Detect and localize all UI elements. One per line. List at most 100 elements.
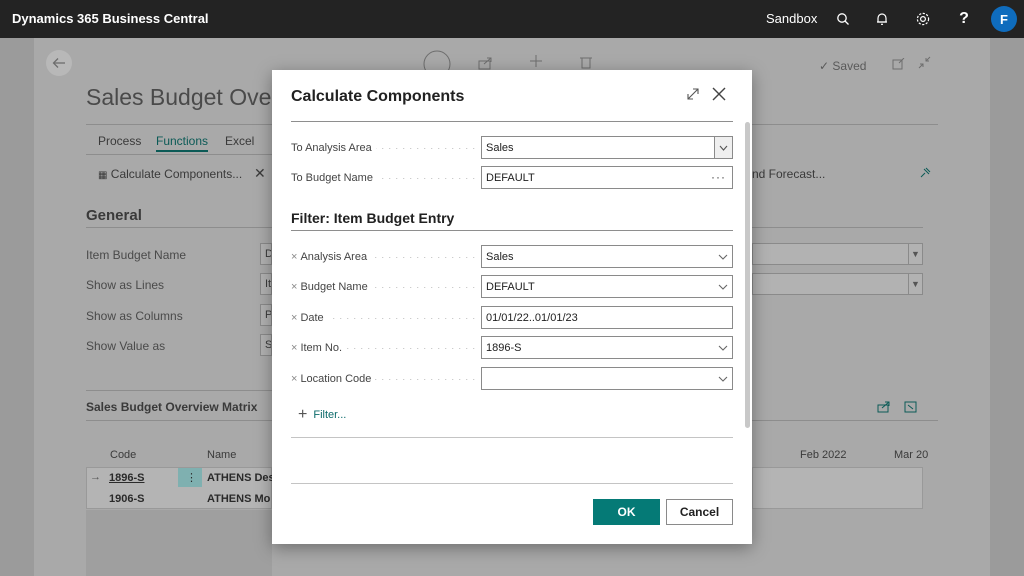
chevron-down-icon: ▼: [908, 274, 922, 294]
field-label: Item Budget Name: [86, 248, 187, 262]
cancel-button[interactable]: Cancel: [666, 499, 733, 525]
remove-filter-icon[interactable]: ×: [291, 373, 297, 385]
back-button[interactable]: [46, 50, 72, 76]
calculate-components-label: Calculate Components...: [110, 167, 243, 181]
filter-budget-name-label: × Budget Name: [291, 281, 372, 293]
matrix-empty-area: [86, 510, 272, 576]
filter-item-no-select[interactable]: 1896-S: [481, 336, 733, 359]
divider: [86, 154, 272, 155]
right-select[interactable]: ▼: [752, 243, 923, 265]
filter-label-text: Date: [300, 312, 324, 324]
filter-date-label: × Date: [291, 312, 328, 324]
divider: [752, 227, 923, 228]
column-header-code[interactable]: Code: [110, 449, 136, 461]
to-budget-name-value: DEFAULT: [486, 172, 535, 184]
user-avatar[interactable]: F: [991, 6, 1017, 32]
column-header-feb-2022[interactable]: Feb 2022: [800, 449, 846, 461]
saved-status: ✓ Saved: [819, 59, 866, 73]
divider: [86, 390, 272, 391]
remove-filter-icon[interactable]: ×: [291, 342, 297, 354]
divider: [86, 227, 272, 228]
chevron-down-icon: [714, 337, 732, 358]
divider: [291, 483, 733, 484]
expand-icon[interactable]: [686, 87, 702, 103]
share-icon[interactable]: [877, 400, 891, 417]
filter-item-no-label: × Item No.: [291, 342, 347, 354]
filter-location-code-select[interactable]: [481, 367, 733, 390]
divider: [291, 230, 733, 231]
field-label: Show Value as: [86, 339, 166, 353]
tab-process[interactable]: Process: [98, 134, 141, 148]
filter-date-input[interactable]: 01/01/22..01/01/23: [481, 306, 733, 329]
field-label: Show as Lines: [86, 278, 165, 292]
filter-value: Sales: [486, 251, 514, 263]
tab-functions[interactable]: Functions: [156, 134, 209, 152]
to-analysis-area-label: To Analysis Area: [291, 142, 376, 154]
general-section-title: General: [86, 207, 142, 224]
chevron-down-icon: [714, 276, 732, 297]
field-label: Show as Columns: [86, 309, 183, 323]
to-analysis-area-select[interactable]: Sales: [481, 136, 733, 159]
right-select[interactable]: ▼: [752, 273, 923, 295]
calculate-components-dialog: Calculate Components To Analysis Area Sa…: [272, 70, 752, 544]
matrix-grid-right: [752, 467, 923, 509]
show-as-columns-field[interactable]: Pe: [260, 304, 272, 326]
tab-excel[interactable]: Excel: [225, 134, 254, 148]
filter-section-title: Filter: Item Budget Entry: [291, 210, 455, 226]
to-analysis-area-value: Sales: [486, 142, 514, 154]
filter-label-text: Item No.: [300, 342, 343, 354]
dialog-title: Calculate Components: [291, 88, 465, 105]
remove-filter-icon[interactable]: ×: [291, 312, 297, 324]
scrollbar[interactable]: [745, 122, 750, 428]
matrix-title: Sales Budget Overview Matrix: [86, 400, 258, 414]
filter-label-text: Budget Name: [300, 281, 368, 293]
search-icon[interactable]: [834, 10, 852, 28]
chevron-down-icon: [714, 368, 732, 389]
close-icon[interactable]: [710, 85, 730, 105]
show-value-as-field[interactable]: S: [260, 334, 272, 356]
checkmark-icon: ✓: [819, 59, 830, 73]
forecast-action[interactable]: nd Forecast...: [752, 167, 825, 181]
table-row-name: ATHENS Mo: [207, 493, 271, 505]
calculate-components-action[interactable]: ▦ Calculate Components...: [98, 167, 242, 181]
environment-name[interactable]: Sandbox: [766, 11, 817, 26]
filter-location-code-label: × Location Code: [291, 373, 376, 385]
filter-label-text: Location Code: [300, 373, 372, 385]
column-header-name[interactable]: Name: [207, 449, 236, 461]
bell-icon[interactable]: [873, 10, 891, 28]
plus-icon: +: [298, 406, 308, 423]
filter-budget-name-select[interactable]: DEFAULT: [481, 275, 733, 298]
saved-status-text: Saved: [832, 59, 867, 73]
remove-filter-icon[interactable]: ×: [291, 251, 297, 263]
show-as-lines-field[interactable]: It: [260, 273, 272, 295]
divider: [291, 437, 733, 438]
column-header-mar[interactable]: Mar 20: [894, 449, 928, 461]
remove-filter-icon[interactable]: ×: [291, 281, 297, 293]
filter-analysis-area-label: × Analysis Area: [291, 251, 372, 263]
to-budget-name-field[interactable]: DEFAULT ···: [481, 166, 733, 189]
gear-icon[interactable]: [914, 10, 932, 28]
chevron-down-icon: ▼: [908, 244, 922, 264]
ok-button[interactable]: OK: [593, 499, 660, 525]
filter-label-text: Analysis Area: [300, 251, 368, 263]
filter-value: DEFAULT: [486, 281, 535, 293]
table-row-code[interactable]: 1906-S: [109, 493, 144, 505]
chevron-down-icon: [714, 246, 732, 267]
lookup-icon[interactable]: ···: [711, 170, 726, 184]
open-new-window-icon[interactable]: [892, 57, 905, 74]
filter-analysis-area-select[interactable]: Sales: [481, 245, 733, 268]
pin-icon[interactable]: [918, 166, 932, 184]
delete-budget-icon[interactable]: ✕: [254, 165, 266, 182]
to-budget-name-label: To Budget Name: [291, 172, 377, 184]
add-filter-label: Filter...: [313, 409, 347, 421]
add-filter-link[interactable]: + Filter...: [298, 406, 346, 424]
row-menu-icon[interactable]: ⋮: [186, 471, 197, 484]
collapse-icon[interactable]: [918, 56, 931, 73]
app-brand[interactable]: Dynamics 365 Business Central: [12, 11, 209, 26]
item-budget-name-field[interactable]: D: [260, 243, 272, 265]
help-icon[interactable]: ?: [955, 10, 973, 28]
expand-view-icon[interactable]: [904, 400, 917, 417]
table-row-name: ATHENS Des: [207, 472, 275, 484]
app-header-bar: Dynamics 365 Business Central Sandbox ? …: [0, 0, 1024, 38]
table-row-code[interactable]: 1896-S: [109, 472, 144, 484]
